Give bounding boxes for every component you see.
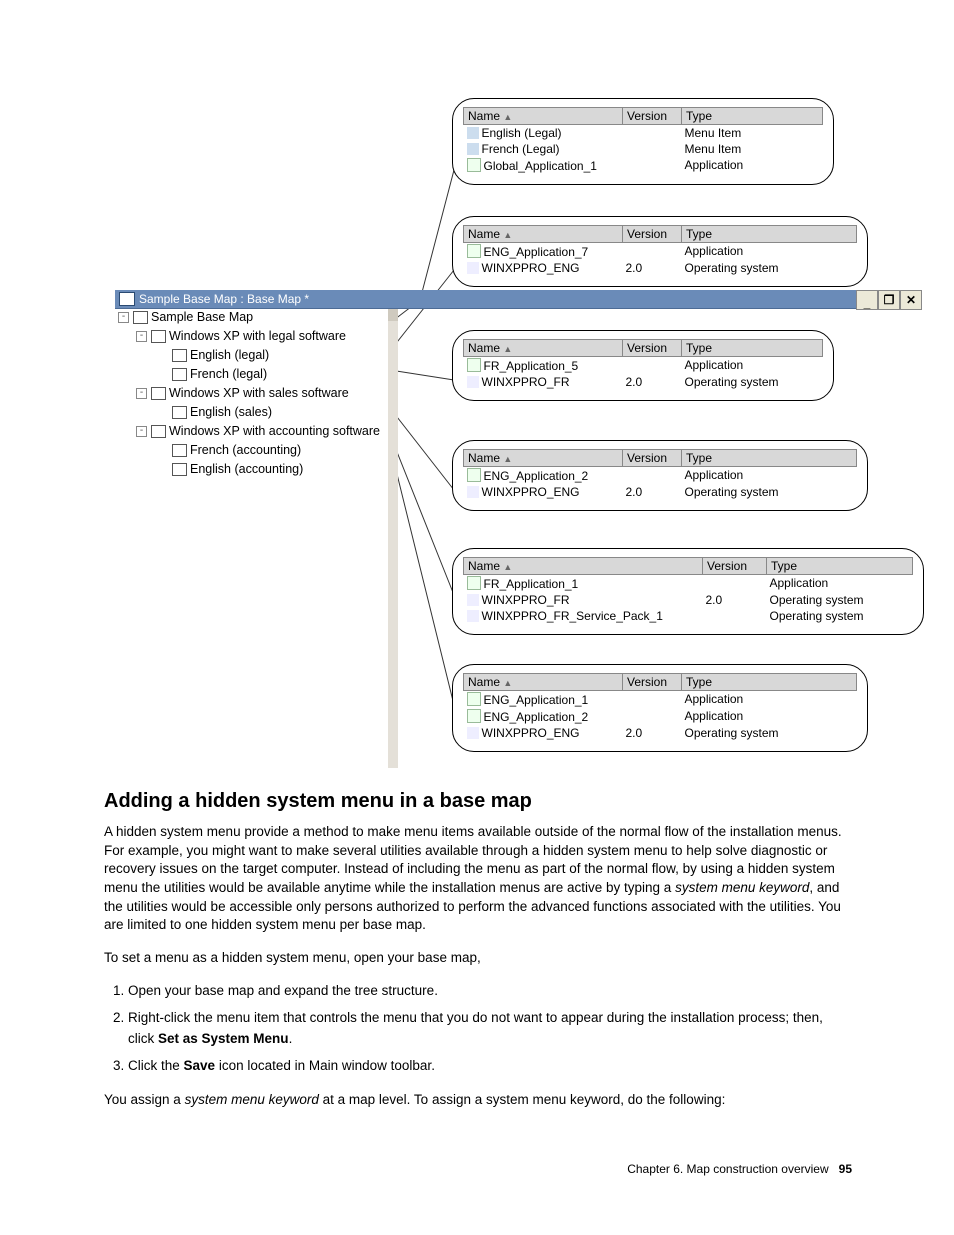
tree-node[interactable]: -Windows XP with legal software (118, 327, 408, 346)
app-icon (467, 468, 481, 482)
os-icon (467, 376, 479, 388)
base-map-window: Sample Base Map : Base Map * (115, 290, 920, 309)
window-maximize-button[interactable]: ❐ (878, 290, 900, 310)
os-icon (467, 727, 479, 739)
os-icon (467, 486, 479, 498)
base-map-tree[interactable]: -Sample Base Map -Windows XP with legal … (118, 308, 408, 479)
os-icon (467, 610, 479, 622)
tree-leaf[interactable]: French (legal) (118, 365, 408, 384)
menu-icon (172, 444, 187, 457)
app-icon (467, 576, 481, 590)
tree-node[interactable]: -Windows XP with accounting software (118, 422, 408, 441)
menu-icon (467, 143, 479, 155)
app-icon (467, 709, 481, 723)
section-content: Adding a hidden system menu in a base ma… (104, 790, 850, 1124)
detail-bubble-6: Name ▲VersionType ENG_Application_1Appli… (452, 664, 868, 752)
detail-bubble-3: Name ▲VersionType FR_Application_5Applic… (452, 330, 834, 401)
menu-icon (172, 368, 187, 381)
paragraph: To set a menu as a hidden system menu, o… (104, 949, 850, 968)
window-close-button[interactable]: ✕ (900, 290, 922, 310)
list-item: Right-click the menu item that controls … (128, 1008, 850, 1050)
list-item: Click the Save icon located in Main wind… (128, 1056, 850, 1077)
menu-icon (151, 387, 166, 400)
window-minimize-button[interactable]: _ (856, 290, 878, 310)
detail-bubble-4: Name ▲VersionType ENG_Application_2Appli… (452, 440, 868, 511)
list-item: Open your base map and expand the tree s… (128, 981, 850, 1002)
menu-icon (172, 463, 187, 476)
steps-list: Open your base map and expand the tree s… (128, 981, 850, 1077)
window-titlebar[interactable]: Sample Base Map : Base Map * (115, 290, 920, 309)
page-footer: Chapter 6. Map construction overview 95 (0, 1162, 954, 1176)
app-icon (467, 358, 481, 372)
tree-leaf[interactable]: English (accounting) (118, 460, 408, 479)
app-icon (467, 244, 481, 258)
tree-leaf[interactable]: English (legal) (118, 346, 408, 365)
tree-leaf[interactable]: English (sales) (118, 403, 408, 422)
app-icon (467, 692, 481, 706)
menu-icon (172, 349, 187, 362)
map-icon (133, 311, 148, 324)
app-icon (467, 158, 481, 172)
window-title: Sample Base Map : Base Map * (139, 292, 309, 306)
menu-icon (151, 330, 166, 343)
detail-bubble-2: Name ▲VersionType ENG_Application_7Appli… (452, 216, 868, 287)
paragraph: You assign a system menu keyword at a ma… (104, 1091, 850, 1110)
detail-bubble-5: Name ▲VersionType FR_Application_1Applic… (452, 548, 924, 635)
tree-root[interactable]: -Sample Base Map (118, 308, 408, 327)
menu-icon (151, 425, 166, 438)
paragraph: A hidden system menu provide a method to… (104, 823, 850, 935)
detail-bubble-1: Name ▲VersionType English (Legal)Menu It… (452, 98, 834, 185)
window-icon (119, 292, 135, 306)
section-heading: Adding a hidden system menu in a base ma… (104, 790, 850, 813)
menu-icon (172, 406, 187, 419)
os-icon (467, 262, 479, 274)
tree-leaf[interactable]: French (accounting) (118, 441, 408, 460)
os-icon (467, 594, 479, 606)
tree-node[interactable]: -Windows XP with sales software (118, 384, 408, 403)
menu-icon (467, 127, 479, 139)
